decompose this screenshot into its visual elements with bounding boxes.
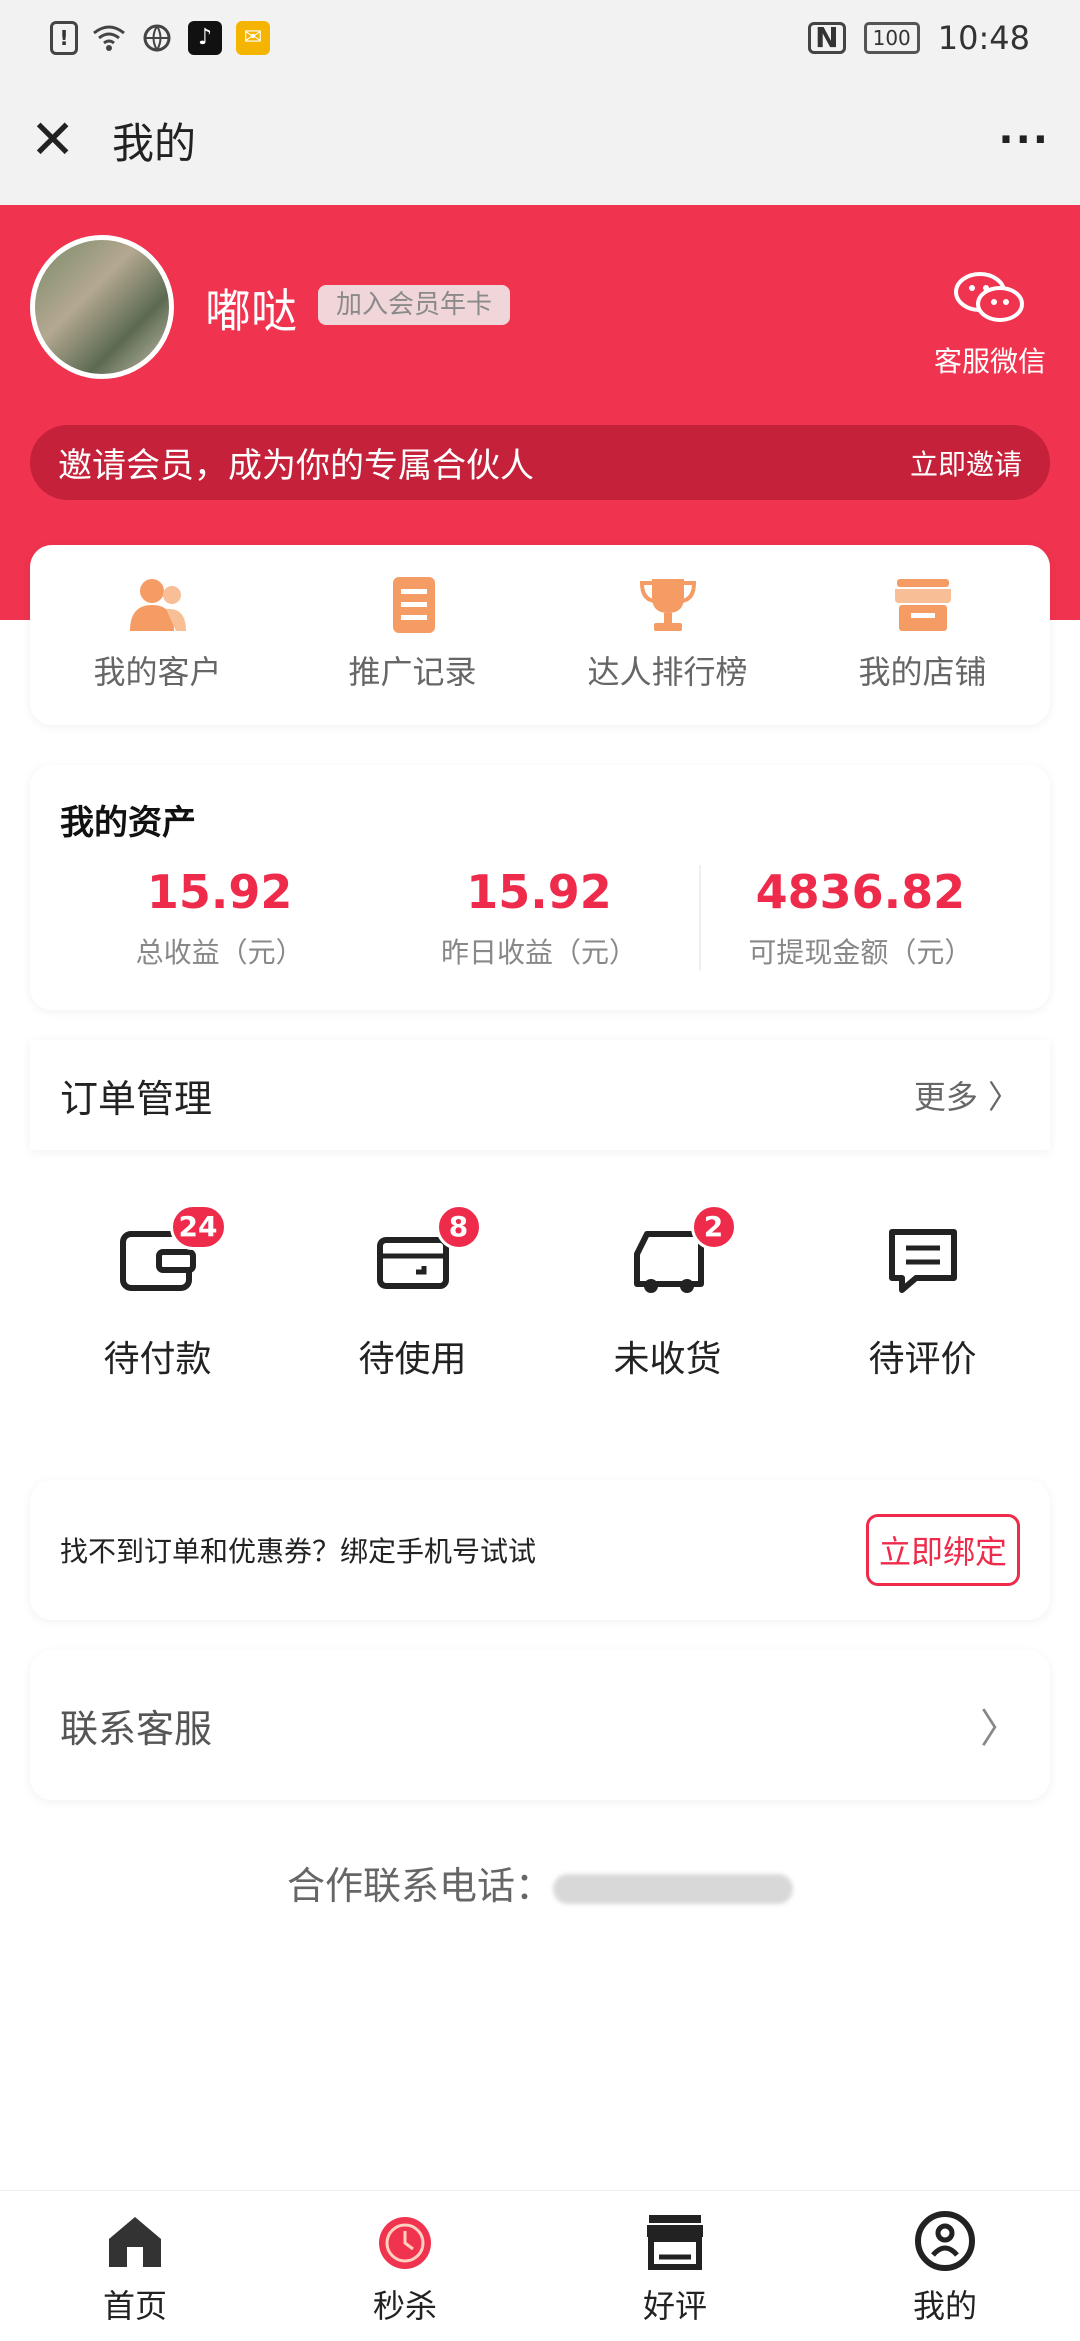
invite-button[interactable]: 立即邀请 — [910, 443, 1022, 483]
username: 嘟哒 — [205, 284, 297, 338]
tab-label: 秒杀 — [372, 2287, 437, 2325]
chevron-right-icon: 〉 — [980, 1706, 1020, 1752]
status-icons: ! ♪ ✉ — [50, 20, 270, 55]
records-icon — [392, 577, 435, 633]
order-management-title: 订单管理 — [60, 1076, 213, 1121]
avatar[interactable] — [30, 235, 174, 379]
page-title: 我的 — [112, 118, 197, 168]
quick-link-label: 达人排行榜 — [587, 653, 748, 691]
asset-label: 可提现金额（元） — [748, 936, 973, 969]
bind-phone-card: 找不到订单和优惠券？绑定手机号试试 立即绑定 — [30, 1480, 1050, 1620]
quick-link-label: 我的客户 — [93, 653, 222, 691]
bottom-tab-bar: 首页 秒杀 好评 我的 — [0, 2190, 1080, 2341]
asset-yesterday-earnings[interactable]: 15.92 昨日收益（元） — [379, 865, 698, 971]
wechat-service-button[interactable]: 客服微信 — [930, 270, 1050, 380]
order-count-badge: 8 — [435, 1204, 482, 1250]
tab-reviews[interactable]: 好评 — [540, 2191, 810, 2341]
invite-banner[interactable]: 邀请会员，成为你的专属合伙人 立即邀请 — [30, 425, 1050, 500]
alert-icon: ! — [50, 20, 78, 55]
top-nav-bar: ✕ 我的 ··· — [0, 75, 1080, 205]
assets-card: 我的资产 15.92 总收益（元） 15.92 昨日收益（元） 4836.82 … — [30, 765, 1050, 1010]
asset-label: 总收益（元） — [135, 936, 304, 969]
assets-title: 我的资产 — [60, 803, 196, 843]
contact-service-row[interactable]: 联系客服 〉 — [30, 1650, 1050, 1800]
tab-label: 好评 — [642, 2287, 707, 2325]
asset-label: 昨日收益（元） — [440, 936, 637, 969]
assets-values: 15.92 总收益（元） 15.92 昨日收益（元） 4836.82 可提现金额… — [60, 865, 1020, 971]
contact-service-label: 联系客服 — [60, 1706, 213, 1751]
wechat-label: 客服微信 — [933, 345, 1046, 378]
wechat-icon — [950, 270, 1030, 326]
status-right: N 100 10:48 — [808, 19, 1030, 57]
redacted-phone-number — [553, 1873, 793, 1904]
comment-icon — [882, 1220, 964, 1302]
status-bar: ! ♪ ✉ N 100 10:48 — [0, 0, 1080, 75]
bind-phone-hint: 找不到订单和优惠券？绑定手机号试试 — [60, 1535, 537, 1568]
quick-link-leaderboard[interactable]: 达人排行榜 — [540, 545, 795, 725]
order-label: 未收货 — [613, 1339, 722, 1380]
quick-link-shop[interactable]: 我的店铺 — [795, 545, 1050, 725]
store-icon — [647, 2215, 703, 2270]
ticket-icon: 8 — [372, 1204, 482, 1302]
orders-more-link[interactable]: 更多 〉 — [914, 1072, 1020, 1118]
profile-icon — [915, 2211, 975, 2271]
tab-flash-sale[interactable]: 秒杀 — [270, 2191, 540, 2341]
globe-icon — [140, 21, 174, 55]
order-label: 待付款 — [103, 1339, 212, 1380]
order-count-badge: 24 — [169, 1204, 227, 1250]
close-icon[interactable]: ✕ — [30, 113, 90, 167]
tab-home[interactable]: 首页 — [0, 2191, 270, 2341]
tiktok-icon: ♪ — [188, 20, 222, 55]
quick-link-label: 我的店铺 — [858, 653, 987, 691]
order-label: 待使用 — [358, 1339, 467, 1380]
order-count-badge: 2 — [690, 1204, 737, 1250]
alarm-clock-icon — [379, 2217, 431, 2269]
home-icon — [109, 2217, 161, 2267]
order-label: 待评价 — [868, 1339, 977, 1380]
vip-card-badge[interactable]: 加入会员年卡 — [318, 285, 511, 325]
partnership-contact: 合作联系电话： — [0, 1855, 1080, 1910]
customers-icon — [129, 579, 186, 631]
asset-total-earnings[interactable]: 15.92 总收益（元） — [60, 865, 379, 971]
order-pending-payment[interactable]: 24 待付款 — [30, 1160, 285, 1460]
mail-icon: ✉ — [236, 20, 270, 55]
shop-icon — [894, 579, 951, 631]
order-to-review[interactable]: 待评价 — [795, 1160, 1050, 1460]
tab-label: 我的 — [912, 2287, 977, 2325]
trophy-icon — [639, 579, 696, 631]
quick-link-label: 推广记录 — [348, 653, 477, 691]
more-options-icon[interactable]: ··· — [998, 117, 1050, 163]
order-to-use[interactable]: 8 待使用 — [285, 1160, 540, 1460]
bind-phone-button[interactable]: 立即绑定 — [865, 1514, 1020, 1586]
wifi-icon — [92, 21, 126, 55]
wallet-icon: 24 — [117, 1204, 227, 1302]
invite-text: 邀请会员，成为你的专属合伙人 — [58, 446, 534, 486]
clock: 10:48 — [937, 18, 1030, 57]
order-management-header: 订单管理 更多 〉 — [30, 1040, 1050, 1150]
battery-indicator: 100 — [863, 21, 920, 54]
order-status-row: 24 待付款 8 待使用 2 未收货 待评价 — [30, 1160, 1050, 1460]
quick-links-card: 我的客户 推广记录 达人排行榜 我的店铺 — [30, 545, 1050, 725]
quick-link-customers[interactable]: 我的客户 — [30, 545, 285, 725]
nfc-icon: N — [808, 21, 846, 54]
asset-value: 15.92 — [466, 865, 612, 919]
quick-link-records[interactable]: 推广记录 — [285, 545, 540, 725]
asset-value: 15.92 — [146, 865, 293, 919]
partnership-contact-label: 合作联系电话： — [286, 1864, 553, 1908]
asset-withdrawable[interactable]: 4836.82 可提现金额（元） — [698, 865, 1020, 971]
tab-label: 首页 — [102, 2287, 167, 2325]
order-not-received[interactable]: 2 未收货 — [540, 1160, 795, 1460]
tab-mine[interactable]: 我的 — [810, 2191, 1080, 2341]
truck-icon: 2 — [627, 1204, 737, 1302]
asset-value: 4836.82 — [755, 865, 966, 919]
